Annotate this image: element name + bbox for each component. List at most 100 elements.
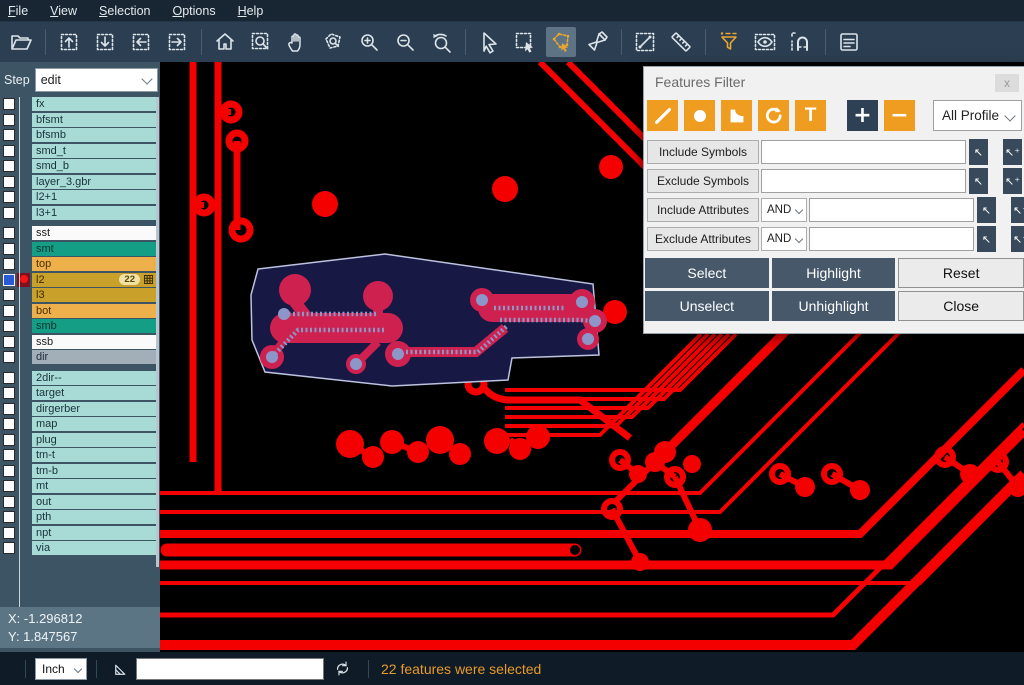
layer-checkbox[interactable]	[3, 403, 15, 415]
pan-up-icon[interactable]	[54, 27, 84, 57]
layer-row-map[interactable]: map	[0, 417, 156, 431]
pick-symbol-icon[interactable]: ↖	[969, 168, 988, 194]
layer-checkbox[interactable]	[3, 387, 15, 399]
exclude-attributes-button[interactable]: Exclude Attributes	[647, 227, 759, 251]
profile-select[interactable]: All Profile	[933, 100, 1022, 131]
layer-checkbox[interactable]	[3, 449, 15, 461]
unhighlight-button[interactable]: Unhighlight	[772, 291, 896, 321]
layer-row-tm-t[interactable]: tm-t	[0, 448, 156, 462]
menu-help[interactable]: Help	[238, 4, 264, 18]
menu-selection[interactable]: Selection	[99, 4, 150, 18]
clear-brush-icon[interactable]	[582, 27, 612, 57]
menu-file[interactable]: File	[8, 4, 28, 18]
layer-row-fx[interactable]: fx	[0, 97, 156, 111]
layer-row-dir[interactable]: dir	[0, 350, 156, 364]
surface-type-icon[interactable]	[721, 100, 752, 131]
layer-row-smd_b[interactable]: smd_b	[0, 159, 156, 173]
pick-symbol-icon[interactable]: ↖	[969, 139, 988, 165]
pan-left-icon[interactable]	[126, 27, 156, 57]
layer-checkbox[interactable]	[3, 480, 15, 492]
layer-list-scrollbar[interactable]	[156, 97, 159, 567]
layer-row-top[interactable]: top	[0, 257, 156, 271]
pick-attribute-icon[interactable]: ↖	[977, 226, 996, 252]
layer-checkbox[interactable]	[3, 372, 15, 384]
zoom-polygon-icon[interactable]	[318, 27, 348, 57]
select-polygon-icon[interactable]	[546, 27, 576, 57]
angle-measure-icon[interactable]	[112, 660, 130, 678]
layer-checkbox[interactable]	[3, 227, 15, 239]
layer-checkbox-checked[interactable]	[3, 274, 15, 286]
layer-row-npt[interactable]: npt	[0, 526, 156, 540]
include-attributes-and-select[interactable]: AND	[761, 198, 807, 222]
notes-panel-icon[interactable]	[834, 27, 864, 57]
pick-attribute-add-icon[interactable]: ↖⁺	[1011, 197, 1024, 223]
layer-row-l3[interactable]: l3	[0, 288, 156, 302]
close-icon[interactable]: x	[995, 74, 1019, 92]
layer-checkbox[interactable]	[3, 258, 15, 270]
layer-checkbox[interactable]	[3, 191, 15, 203]
exclude-attributes-and-select[interactable]: AND	[761, 227, 807, 251]
pick-attribute-add-icon[interactable]: ↖⁺	[1011, 226, 1024, 252]
command-input[interactable]	[136, 658, 324, 680]
select-rectangle-icon[interactable]	[510, 27, 540, 57]
layer-checkbox[interactable]	[3, 351, 15, 363]
layer-row-smb[interactable]: smb	[0, 319, 156, 333]
step-select[interactable]: edit	[35, 68, 158, 92]
zoom-out-icon[interactable]	[390, 27, 420, 57]
exclude-attributes-input[interactable]	[809, 227, 974, 251]
layer-row-tm-b[interactable]: tm-b	[0, 464, 156, 478]
layer-row-smd_t[interactable]: smd_t	[0, 144, 156, 158]
layer-checkbox[interactable]	[3, 207, 15, 219]
refresh-icon[interactable]	[334, 660, 351, 677]
snap-magnet-icon[interactable]	[786, 27, 816, 57]
pan-hand-icon[interactable]	[282, 27, 312, 57]
layer-row-plug[interactable]: plug	[0, 433, 156, 447]
pan-down-icon[interactable]	[90, 27, 120, 57]
layer-checkbox[interactable]	[3, 129, 15, 141]
layer-checkbox[interactable]	[3, 289, 15, 301]
highlight-button[interactable]: Highlight	[772, 258, 896, 288]
layer-checkbox[interactable]	[3, 465, 15, 477]
menu-options[interactable]: Options	[172, 4, 215, 18]
arc-type-icon[interactable]	[758, 100, 789, 131]
layer-row-layer_3[interactable]: layer_3.gbr	[0, 175, 156, 189]
pan-right-icon[interactable]	[162, 27, 192, 57]
select-button[interactable]: Select	[645, 258, 769, 288]
features-filter-icon[interactable]	[714, 27, 744, 57]
layer-checkbox[interactable]	[3, 336, 15, 348]
layer-checkbox[interactable]	[3, 496, 15, 508]
layer-checkbox[interactable]	[3, 305, 15, 317]
pick-symbol-add-icon[interactable]: ↖⁺	[1003, 168, 1022, 194]
pick-symbol-add-icon[interactable]: ↖⁺	[1003, 139, 1022, 165]
select-pointer-icon[interactable]	[474, 27, 504, 57]
unselect-button[interactable]: Unselect	[645, 291, 769, 321]
layer-checkbox[interactable]	[3, 114, 15, 126]
layer-checkbox[interactable]	[3, 243, 15, 255]
layer-checkbox[interactable]	[3, 160, 15, 172]
ruler-icon[interactable]	[666, 27, 696, 57]
layer-row-pth[interactable]: pth	[0, 510, 156, 524]
layer-row-l3plus1[interactable]: l3+1	[0, 206, 156, 220]
layer-checkbox[interactable]	[3, 434, 15, 446]
exclude-symbols-input[interactable]	[761, 169, 966, 193]
layer-row-mt[interactable]: mt	[0, 479, 156, 493]
layer-checkbox[interactable]	[3, 418, 15, 430]
pick-attribute-icon[interactable]: ↖	[977, 197, 996, 223]
layer-checkbox[interactable]	[3, 511, 15, 523]
include-attributes-button[interactable]: Include Attributes	[647, 198, 759, 222]
add-filter-icon[interactable]: +	[847, 100, 878, 131]
pad-type-icon[interactable]	[684, 100, 715, 131]
text-type-icon[interactable]: T	[795, 100, 826, 131]
layer-row-bfsmt[interactable]: bfsmt	[0, 113, 156, 127]
include-symbols-input[interactable]	[761, 140, 966, 164]
line-type-icon[interactable]	[647, 100, 678, 131]
layer-row-smt[interactable]: smt	[0, 242, 156, 256]
layer-checkbox[interactable]	[3, 98, 15, 110]
zoom-previous-icon[interactable]	[426, 27, 456, 57]
include-attributes-input[interactable]	[809, 198, 974, 222]
unit-select[interactable]: Inch	[35, 658, 87, 680]
layer-row-l2-active[interactable]: l2 22	[0, 273, 156, 287]
measure-line-icon[interactable]	[630, 27, 660, 57]
exclude-symbols-button[interactable]: Exclude Symbols	[647, 169, 759, 193]
zoom-in-icon[interactable]	[354, 27, 384, 57]
